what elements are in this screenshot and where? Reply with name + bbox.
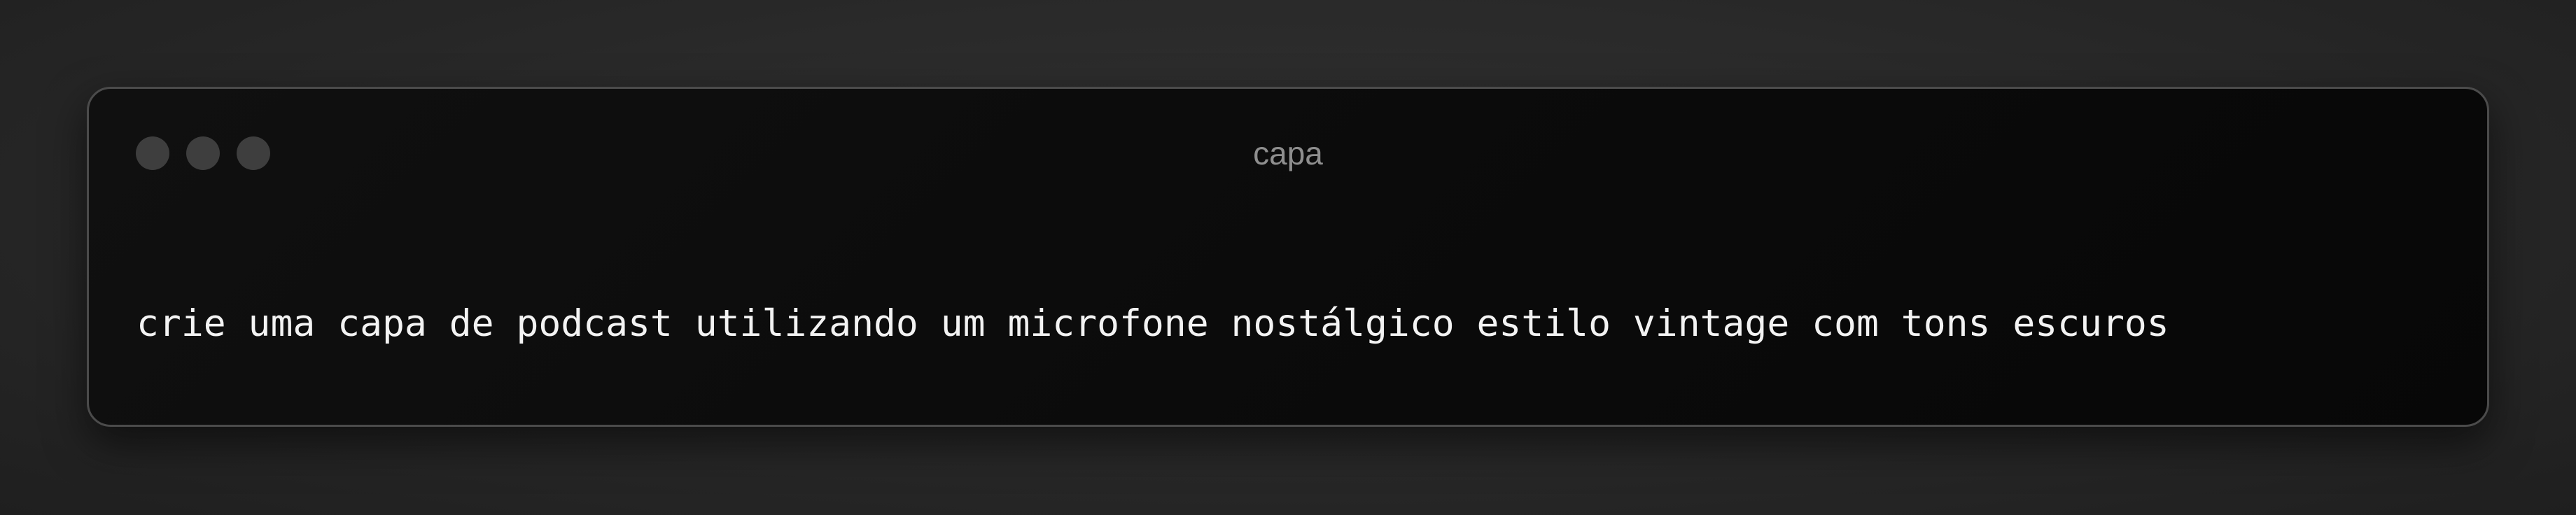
prompt-text: crie uma capa de podcast utilizando um m… [136,302,2169,345]
terminal-window: capa crie uma capa de podcast utilizando… [87,87,2489,427]
window-title: capa [1253,135,1323,171]
